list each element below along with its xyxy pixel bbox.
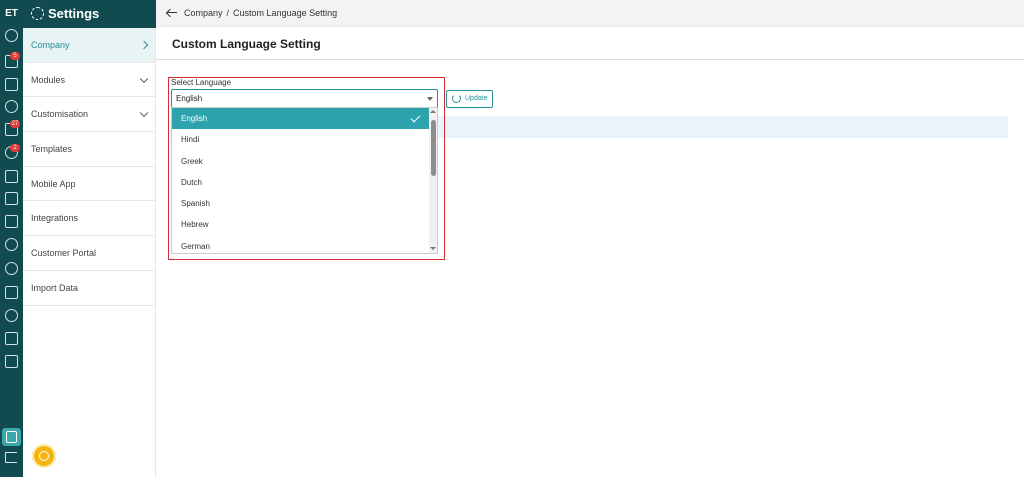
breadcrumb: Company / Custom Language Setting bbox=[156, 0, 1024, 27]
sidebar-item-integrations[interactable]: Integrations bbox=[23, 201, 155, 237]
gear-icon bbox=[31, 7, 44, 20]
update-button[interactable]: Update bbox=[446, 90, 493, 108]
clock-icon bbox=[39, 451, 49, 461]
sidebar-item-company[interactable]: Company bbox=[23, 28, 155, 63]
update-button-label: Update bbox=[465, 95, 488, 102]
select-language-label: Select Language bbox=[171, 78, 232, 87]
app-logo[interactable]: ET bbox=[3, 7, 20, 21]
sidebar-item-import-data[interactable]: Import Data bbox=[23, 271, 155, 306]
inbox-badge: 27 bbox=[10, 120, 20, 128]
back-arrow-icon[interactable] bbox=[167, 8, 177, 18]
breadcrumb-current: Custom Language Setting bbox=[233, 8, 338, 18]
tools-icon[interactable] bbox=[5, 286, 18, 299]
chevron-down-icon bbox=[139, 74, 149, 83]
option-label: German bbox=[181, 241, 210, 251]
settings-title: Settings bbox=[48, 6, 100, 21]
breadcrumb-separator: / bbox=[226, 8, 230, 18]
language-select[interactable]: English bbox=[171, 89, 438, 108]
check-icon bbox=[410, 112, 421, 123]
diamond-icon[interactable] bbox=[5, 238, 18, 251]
language-select-value: English bbox=[176, 94, 203, 103]
calculator-icon[interactable] bbox=[5, 332, 18, 345]
wallet-icon[interactable] bbox=[5, 170, 18, 183]
language-option-german[interactable]: German bbox=[172, 236, 430, 253]
scroll-thumb[interactable] bbox=[430, 120, 436, 176]
sidebar-item-label: Integrations bbox=[31, 213, 79, 224]
sidebar-item-label: Customer Portal bbox=[31, 247, 97, 258]
chevron-right-icon bbox=[139, 40, 149, 50]
handshake-icon[interactable] bbox=[5, 309, 18, 322]
user-alert-badge: 2 bbox=[10, 144, 20, 152]
option-label: Greek bbox=[181, 156, 203, 166]
option-label: Hebrew bbox=[181, 220, 209, 230]
language-option-spanish[interactable]: Spanish bbox=[172, 193, 430, 214]
logout-icon[interactable] bbox=[5, 452, 17, 463]
icon-rail: ET 5 27 2 bbox=[0, 0, 23, 477]
option-label: Hindi bbox=[181, 135, 200, 145]
sidebar-item-modules[interactable]: Modules bbox=[23, 63, 155, 98]
settings-sidebar: Company Modules Customisation Templates … bbox=[23, 28, 156, 477]
sidebar-item-label: Import Data bbox=[31, 282, 79, 293]
sidebar-item-label: Templates bbox=[31, 143, 73, 154]
scroll-down-icon[interactable] bbox=[430, 247, 436, 250]
sidebar-item-customisation[interactable]: Customisation bbox=[23, 97, 155, 133]
option-label: Dutch bbox=[181, 177, 202, 187]
breadcrumb-parent[interactable]: Company bbox=[184, 8, 223, 18]
settings-list-icon[interactable] bbox=[2, 428, 21, 446]
chevron-down-icon bbox=[139, 108, 149, 118]
sidebar-item-label: Mobile App bbox=[31, 178, 76, 189]
page-title: Custom Language Setting bbox=[172, 37, 321, 51]
sidebar-item-label: Customisation bbox=[31, 109, 89, 120]
rocket-badge: 5 bbox=[10, 52, 20, 60]
option-label: Spanish bbox=[181, 199, 210, 209]
divider bbox=[156, 59, 1024, 60]
sidebar-item-customer-portal[interactable]: Customer Portal bbox=[23, 236, 155, 271]
bar-chart-icon[interactable] bbox=[5, 355, 18, 368]
settings-header: Settings bbox=[23, 0, 156, 28]
option-label: English bbox=[181, 114, 208, 123]
language-option-greek[interactable]: Greek bbox=[172, 151, 430, 172]
language-dropdown: English Hindi Greek Dutch Spanish Hebrew… bbox=[171, 107, 438, 254]
calendar-icon[interactable] bbox=[5, 78, 18, 91]
language-option-english[interactable]: English bbox=[172, 108, 430, 130]
scroll-up-icon[interactable] bbox=[430, 110, 436, 113]
dropdown-scrollbar[interactable] bbox=[429, 108, 437, 253]
dashboard-icon[interactable] bbox=[5, 29, 18, 42]
language-option-hindi[interactable]: Hindi bbox=[172, 129, 430, 150]
users-icon[interactable] bbox=[5, 262, 18, 275]
caret-down-icon bbox=[427, 97, 433, 101]
sidebar-item-label: Modules bbox=[31, 74, 66, 85]
sidebar-item-mobile-app[interactable]: Mobile App bbox=[23, 167, 155, 202]
receipt-icon[interactable] bbox=[5, 215, 18, 228]
dollar-icon[interactable] bbox=[5, 192, 18, 205]
language-option-dutch[interactable]: Dutch bbox=[172, 172, 430, 193]
clock-fab-button[interactable] bbox=[34, 446, 54, 466]
sidebar-item-label: Company bbox=[31, 39, 70, 50]
refresh-icon bbox=[452, 94, 461, 103]
sidebar-item-templates[interactable]: Templates bbox=[23, 132, 155, 167]
language-option-hebrew[interactable]: Hebrew bbox=[172, 214, 430, 235]
user-search-icon[interactable] bbox=[5, 100, 18, 113]
